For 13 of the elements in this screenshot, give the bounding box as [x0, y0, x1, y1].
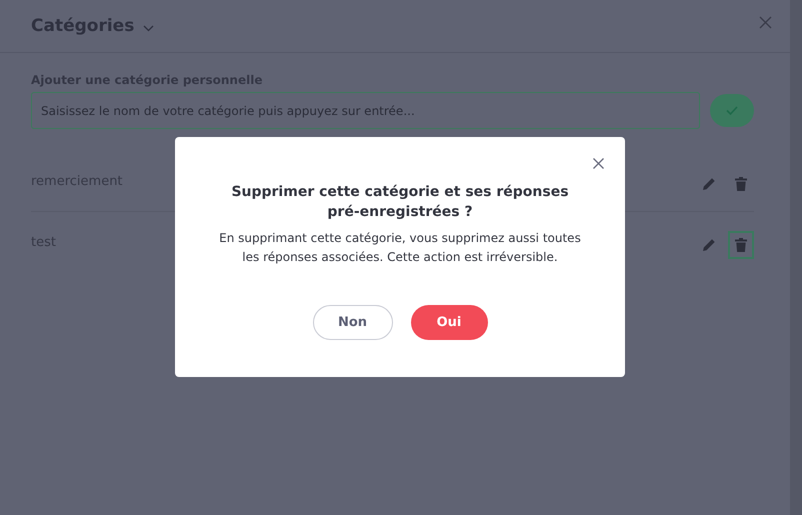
close-icon[interactable] [593, 158, 604, 169]
category-name-field[interactable]: Saisissez le nom de votre catégorie puis appuyez sur entrée... [31, 92, 700, 129]
confirm-button[interactable]: Oui [410, 305, 488, 340]
caret-icon[interactable] [143, 24, 154, 32]
pencil-icon [702, 177, 716, 191]
delete-button[interactable] [728, 231, 754, 259]
trash-icon [735, 177, 747, 191]
pencil-icon [702, 238, 716, 252]
cancel-button[interactable]: Non [312, 305, 392, 340]
dialog-message: En supprimant cette catégorie, vous supprimez aussi toutes les réponses associées. Cette action est irréversible. [218, 230, 582, 266]
dialog-title: Supprimer cette catégorie et ses réponses pré-enregistrées ? [230, 183, 570, 222]
trash-icon [735, 238, 747, 252]
check-icon [726, 106, 738, 115]
